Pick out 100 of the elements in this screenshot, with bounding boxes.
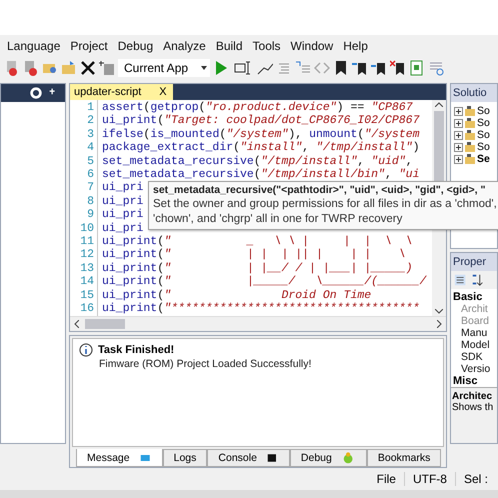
menu-item[interactable]: Project (65, 39, 113, 53)
message-text: Fimware (ROM) Project Loaded Successfully! (98, 358, 312, 370)
menu-item[interactable]: Debug (112, 39, 158, 53)
code-line: ui_pri (102, 181, 144, 195)
panel-tab[interactable]: Message (76, 449, 163, 467)
line-number: 4 (87, 141, 94, 155)
caret-icon (201, 66, 207, 70)
bookmark-clear-icon[interactable] (390, 60, 406, 76)
menu-item[interactable]: Help (338, 39, 373, 53)
property-name: Versio (460, 363, 492, 375)
code-line: ui_print("************************************ (102, 302, 420, 316)
code-line: ui_print(" | | | || | | | \ (102, 248, 406, 262)
line-number: 2 (87, 114, 94, 128)
code-line: assert(getprop("ro.product.device") == "CP867 (102, 101, 413, 114)
tree-item[interactable]: So (454, 105, 497, 117)
tree-item[interactable]: Se (454, 153, 497, 165)
info-icon (78, 342, 94, 358)
property-name: Archit (460, 303, 489, 315)
project-icon (464, 142, 476, 152)
code-line: ui_pri (102, 208, 144, 222)
target-dropdown[interactable]: Current App (118, 59, 210, 77)
line-number: 14 (80, 275, 94, 289)
line-number: 7 (87, 181, 94, 195)
menu-item[interactable]: Build (210, 39, 248, 53)
scroll-right-icon[interactable] (437, 320, 442, 328)
panel-tab[interactable]: Bookmarks (366, 449, 442, 467)
code-line: set_metadata_recursive("/tmp/install/bin", "ui (102, 168, 420, 182)
documents-delete-icon[interactable] (23, 60, 39, 76)
code-line: ui_pri (102, 194, 144, 208)
bookmark-icon[interactable] (333, 60, 349, 76)
line-number: 8 (87, 194, 94, 208)
scroll-down-icon[interactable] (435, 309, 443, 314)
property-group[interactable]: Misc (453, 375, 497, 387)
list-add-icon[interactable] (99, 60, 115, 76)
menu-item[interactable]: Tools (248, 39, 286, 53)
status-item: File (376, 472, 397, 486)
code-line: ui_print(" | |__/ / | |___| |_____) (102, 262, 413, 276)
line-number: 12 (80, 248, 94, 262)
expand-icon[interactable] (454, 106, 463, 116)
line-number: 15 (80, 288, 94, 302)
expand-icon[interactable] (454, 154, 463, 164)
text-cursor-icon[interactable] (232, 60, 252, 76)
expand-icon[interactable] (454, 130, 463, 140)
folder-icon[interactable] (61, 60, 77, 76)
panel-title: Solutio (453, 87, 487, 99)
panel-tab[interactable]: Debug (290, 449, 367, 467)
line-number: 1 (87, 101, 94, 114)
file-tab[interactable]: updater-script X (70, 84, 173, 100)
expand-icon[interactable] (454, 142, 463, 152)
message-title: Task Finished! (98, 344, 174, 356)
menu-item[interactable]: Language (2, 39, 66, 53)
code-line: package_extract_dir("install", "/tmp/install") (102, 141, 420, 155)
line-number: 5 (87, 154, 94, 168)
list-refresh-icon[interactable] (428, 60, 444, 76)
line-number: 9 (87, 208, 94, 222)
panel-title: Proper (453, 256, 486, 268)
status-item: Sel : (454, 472, 496, 486)
panel-tab[interactable]: Logs (162, 449, 208, 467)
property-group[interactable]: Basic (453, 291, 497, 303)
line-number: 13 (80, 262, 94, 276)
play-icon[interactable] (213, 60, 229, 76)
menu-item[interactable]: Analyze (158, 39, 211, 53)
description-title: Architec (452, 391, 494, 402)
scroll-left-icon[interactable] (74, 320, 79, 328)
code-line: ui_print(" |_____/ \______/(______/ (102, 275, 426, 289)
project-icon (464, 130, 476, 140)
tooltip-text: Set the owner and group permissions for all files in dir as a 'chmod', 'chown', and 'chgrp' all in one for TWRP recovery (153, 197, 498, 227)
scroll-up-icon[interactable] (435, 102, 443, 107)
line-number: 10 (80, 222, 94, 236)
settings-icon[interactable] (29, 85, 43, 101)
status-item: UTF-8 (404, 472, 455, 486)
close-button[interactable]: X (159, 86, 167, 98)
document-delete-icon[interactable] (4, 60, 20, 76)
line-number: 3 (87, 128, 94, 142)
expand-icon[interactable] (454, 118, 463, 128)
line-number: 16 (80, 302, 94, 316)
tree-item[interactable]: So (454, 117, 497, 129)
categorized-icon[interactable] (454, 272, 468, 288)
property-name: Model (460, 339, 491, 351)
code-line: ui_pri (102, 222, 144, 236)
code-line: set_metadata_recursive("/tmp/install", "uid", (102, 154, 413, 168)
code-line: ui_print(" Droid On Time (102, 288, 372, 302)
property-name: Board (460, 315, 490, 327)
page-icon[interactable] (409, 60, 425, 76)
scrollbar-thumb[interactable] (85, 319, 125, 329)
code-line: ifelse(is_mounted("/system"), unmount("/system (102, 128, 420, 142)
sort-alpha-icon[interactable] (471, 272, 485, 288)
tree-item[interactable]: So (454, 141, 497, 153)
scrollbar-thumb[interactable] (434, 111, 444, 181)
tree-item[interactable]: So (454, 129, 497, 141)
line-number: 6 (87, 168, 94, 182)
code-line: ui_print(" _ \ \ | | | \ \ (102, 235, 413, 248)
bookmark-next-icon[interactable] (352, 60, 368, 76)
description-text: Shows th (452, 402, 494, 413)
panel-tab[interactable]: Console (207, 449, 290, 467)
property-name: Manu (460, 327, 488, 339)
project-icon (464, 118, 476, 128)
bookmark-previous-icon[interactable] (371, 60, 387, 76)
project-icon (464, 106, 476, 116)
menu-item[interactable]: Window (286, 39, 338, 53)
